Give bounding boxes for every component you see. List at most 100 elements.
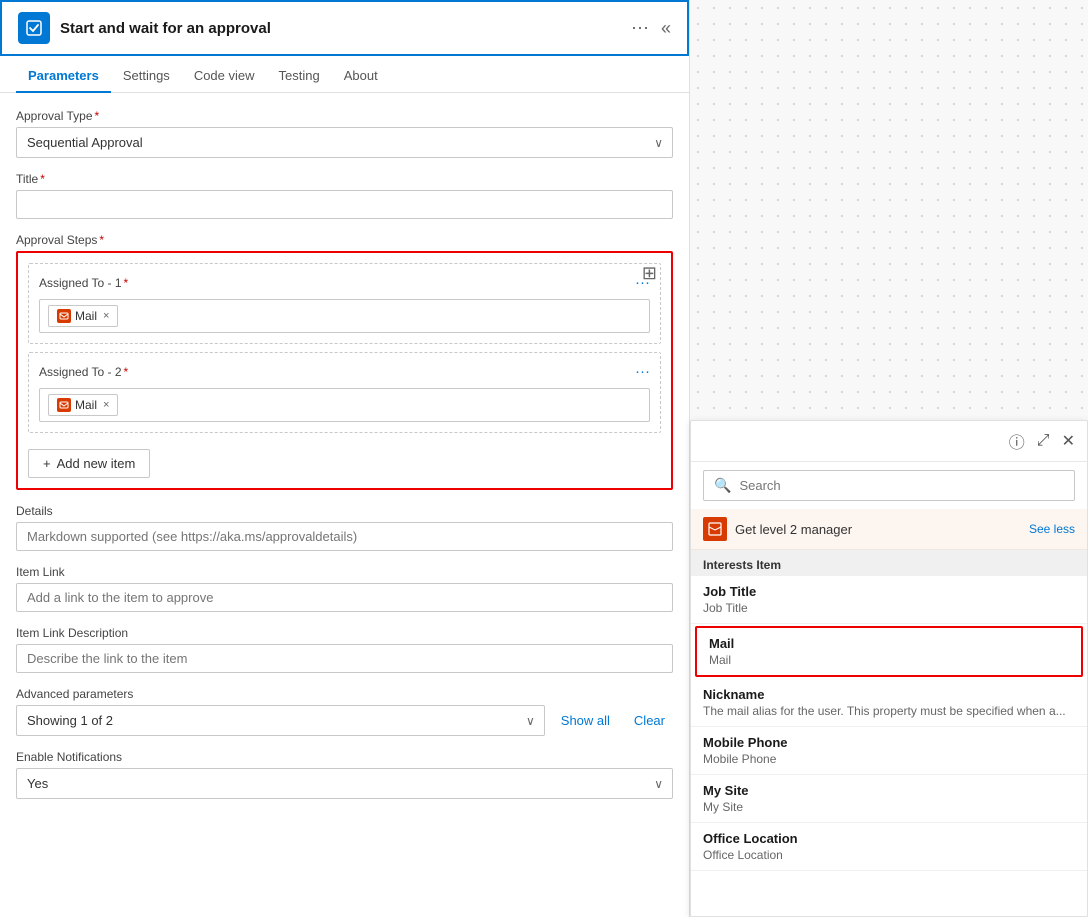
more-options-icon[interactable]: ⋯ <box>631 19 649 37</box>
item-link-group: Item Link <box>16 565 673 612</box>
step-1-tag-close[interactable]: × <box>103 310 109 322</box>
step-2-tag-close[interactable]: × <box>103 399 109 411</box>
details-input[interactable] <box>16 522 673 551</box>
nickname-label: Nickname <box>703 687 1075 702</box>
step-2-more-icon[interactable]: ··· <box>635 363 650 380</box>
details-label: Details <box>16 504 673 518</box>
step-1-input-area[interactable]: Mail × <box>39 299 650 333</box>
action-title: Start and wait for an approval <box>60 20 631 37</box>
job-title-label: Job Title <box>703 584 1075 599</box>
step-1-header: Assigned To - 1* ··· <box>39 274 650 291</box>
list-item-office-location[interactable]: Office Location Office Location <box>691 823 1087 871</box>
dynamic-source-row: Get level 2 manager See less <box>691 509 1087 550</box>
search-input[interactable] <box>739 478 1064 493</box>
enable-notifications-group: Enable Notifications Yes No ∨ <box>16 750 673 799</box>
office-location-sub: Office Location <box>703 848 1075 862</box>
action-icon <box>18 12 50 44</box>
mobile-phone-sub: Mobile Phone <box>703 752 1075 766</box>
title-label: Title* <box>16 172 673 186</box>
see-less-button[interactable]: See less <box>1029 522 1075 536</box>
item-link-desc-input[interactable] <box>16 644 673 673</box>
action-header: Start and wait for an approval ⋯ « <box>0 0 689 56</box>
table-icon[interactable]: ⊞ <box>642 263 657 284</box>
source-name: Get level 2 manager <box>735 522 1021 537</box>
step-2-tag-label: Mail <box>75 398 97 412</box>
step-1-item: Assigned To - 1* ··· Mail × <box>28 263 661 344</box>
title-input[interactable]: Managers Vacation Request Approval <box>16 190 673 219</box>
approval-icon-svg <box>24 18 44 38</box>
right-panel: ⓘ ⤢ ✕ 🔍 Get level 2 manager See less Int… <box>690 0 1088 917</box>
close-icon[interactable]: ✕ <box>1062 431 1075 451</box>
my-site-label: My Site <box>703 783 1075 798</box>
header-actions: ⋯ « <box>631 19 671 37</box>
approval-steps-box: ⊞ Assigned To - 1* ··· <box>16 251 673 490</box>
list-item-mobile-phone[interactable]: Mobile Phone Mobile Phone <box>691 727 1087 775</box>
mail-label: Mail <box>709 636 1069 651</box>
step-2-input-area[interactable]: Mail × <box>39 388 650 422</box>
tab-parameters[interactable]: Parameters <box>16 58 111 93</box>
interests-section-header: Interests Item <box>691 550 1087 576</box>
dotted-background <box>690 0 1088 440</box>
list-area: Interests Item Job Title Job Title Mail … <box>691 550 1087 916</box>
item-link-desc-label: Item Link Description <box>16 626 673 640</box>
list-item-my-site[interactable]: My Site My Site <box>691 775 1087 823</box>
tab-code-view[interactable]: Code view <box>182 58 267 93</box>
tab-settings[interactable]: Settings <box>111 58 182 93</box>
list-item-job-title[interactable]: Job Title Job Title <box>691 576 1087 624</box>
dropdown-panel: ⓘ ⤢ ✕ 🔍 Get level 2 manager See less Int… <box>690 420 1088 917</box>
item-link-label: Item Link <box>16 565 673 579</box>
tab-about[interactable]: About <box>332 58 390 93</box>
approval-steps-group: Approval Steps* ⊞ Assigned To - 1* ··· <box>16 233 673 490</box>
tab-testing[interactable]: Testing <box>267 58 332 93</box>
show-all-button[interactable]: Show all <box>553 709 618 732</box>
item-link-input[interactable] <box>16 583 673 612</box>
step-2-mail-icon <box>57 398 71 412</box>
clear-button[interactable]: Clear <box>626 709 673 732</box>
item-link-desc-group: Item Link Description <box>16 626 673 673</box>
advanced-select[interactable]: Showing 1 of 2 <box>16 705 545 736</box>
approval-type-label: Approval Type* <box>16 109 673 123</box>
approval-type-group: Approval Type* Sequential Approval ∨ <box>16 109 673 158</box>
dropdown-header: ⓘ ⤢ ✕ <box>691 421 1087 462</box>
step-1-tag-label: Mail <box>75 309 97 323</box>
collapse-icon[interactable]: « <box>661 19 671 37</box>
search-icon: 🔍 <box>714 477 731 494</box>
add-item-label: Add new item <box>57 456 136 471</box>
step-1-mail-icon <box>57 309 71 323</box>
expand-icon[interactable]: ⤢ <box>1037 432 1050 450</box>
mail-sub: Mail <box>709 653 1069 667</box>
title-group: Title* Managers Vacation Request Approva… <box>16 172 673 219</box>
details-group: Details <box>16 504 673 551</box>
left-panel: Start and wait for an approval ⋯ « Param… <box>0 0 690 917</box>
nickname-sub: The mail alias for the user. This proper… <box>703 704 1075 718</box>
tabs-bar: Parameters Settings Code view Testing Ab… <box>0 58 689 93</box>
step-2-header: Assigned To - 2* ··· <box>39 363 650 380</box>
list-item-mail[interactable]: Mail Mail <box>695 626 1083 677</box>
approval-type-select-wrap: Sequential Approval ∨ <box>16 127 673 158</box>
mobile-phone-label: Mobile Phone <box>703 735 1075 750</box>
step-2-mail-tag: Mail × <box>48 394 118 416</box>
source-office-icon <box>703 517 727 541</box>
search-box: 🔍 <box>703 470 1075 501</box>
advanced-params-row: Showing 1 of 2 ∨ Show all Clear <box>16 705 673 736</box>
my-site-sub: My Site <box>703 800 1075 814</box>
advanced-params-group: Advanced parameters Showing 1 of 2 ∨ Sho… <box>16 687 673 736</box>
office-location-label: Office Location <box>703 831 1075 846</box>
step-2-item: Assigned To - 2* ··· Mail × <box>28 352 661 433</box>
advanced-select-wrap: Showing 1 of 2 ∨ <box>16 705 545 736</box>
add-new-item-button[interactable]: + Add new item <box>28 449 150 478</box>
approval-type-select[interactable]: Sequential Approval <box>16 127 673 158</box>
add-icon: + <box>43 456 51 471</box>
enable-notifications-select[interactable]: Yes No <box>16 768 673 799</box>
approval-steps-label: Approval Steps* <box>16 233 673 247</box>
job-title-sub: Job Title <box>703 601 1075 615</box>
enable-notifications-select-wrap: Yes No ∨ <box>16 768 673 799</box>
list-item-nickname[interactable]: Nickname The mail alias for the user. Th… <box>691 679 1087 727</box>
step-1-mail-tag: Mail × <box>48 305 118 327</box>
info-icon[interactable]: ⓘ <box>1009 429 1025 453</box>
enable-notifications-label: Enable Notifications <box>16 750 673 764</box>
advanced-params-label: Advanced parameters <box>16 687 673 701</box>
step-2-label: Assigned To - 2* <box>39 365 128 379</box>
step-1-label: Assigned To - 1* <box>39 276 128 290</box>
form-content: Approval Type* Sequential Approval ∨ Tit… <box>0 93 689 917</box>
